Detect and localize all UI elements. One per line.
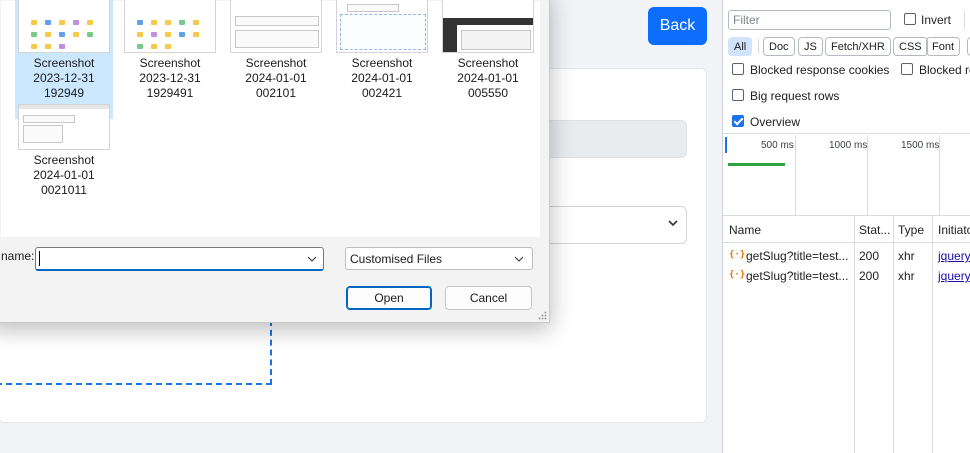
invert-checkbox[interactable] bbox=[904, 13, 916, 25]
blocked-cookies-checkbox[interactable] bbox=[732, 63, 744, 75]
timeline-gridline bbox=[795, 135, 796, 215]
file-item[interactable]: Screenshot 2023-12-31 1929491 bbox=[121, 0, 219, 101]
chevron-down-icon[interactable] bbox=[307, 255, 317, 263]
file-item[interactable]: Screenshot 2024-01-01 0021011 bbox=[15, 104, 113, 198]
timeline-label: 1500 ms bbox=[901, 140, 940, 151]
filter-input[interactable]: Filter bbox=[728, 10, 891, 30]
category-select[interactable] bbox=[540, 206, 687, 244]
timeline-gridline bbox=[939, 135, 940, 215]
image-dropzone[interactable] bbox=[0, 320, 272, 385]
file-type-select[interactable]: Customised Files bbox=[345, 247, 533, 270]
filter-chip-fetch-xhr[interactable]: Fetch/XHR bbox=[825, 37, 891, 56]
column-header-type[interactable]: Type bbox=[898, 223, 924, 237]
devtools-network-panel: Filter Invert All Doc JS Fetch/XHR CSS F… bbox=[722, 0, 970, 453]
text-caret bbox=[39, 251, 40, 266]
request-type: xhr bbox=[898, 269, 915, 283]
blocked-requests-label: Blocked re bbox=[919, 63, 970, 77]
column-divider[interactable] bbox=[932, 216, 933, 453]
back-button[interactable]: Back bbox=[648, 7, 707, 45]
resize-grip-icon[interactable] bbox=[538, 311, 547, 320]
filter-chip-js[interactable]: JS bbox=[798, 37, 823, 56]
file-name: Screenshot 2023-12-31 192949 bbox=[33, 56, 95, 100]
slug-field[interactable] bbox=[540, 120, 687, 158]
overview-activity-bar bbox=[728, 163, 785, 166]
file-item[interactable]: Screenshot 2024-01-01 005550 bbox=[439, 0, 537, 101]
blocked-cookies-label: Blocked response cookies bbox=[750, 63, 890, 77]
request-name[interactable]: getSlug?title=test... bbox=[746, 249, 848, 263]
column-header-status[interactable]: Stat... bbox=[859, 223, 890, 237]
request-type: xhr bbox=[898, 249, 915, 263]
request-status: 200 bbox=[859, 249, 880, 263]
overview-label: Overview bbox=[750, 115, 801, 129]
request-name[interactable]: getSlug?title=test... bbox=[746, 269, 848, 283]
chip-divider bbox=[758, 39, 759, 54]
header-bottom-border bbox=[723, 242, 970, 243]
file-thumbnail bbox=[18, 0, 110, 53]
big-rows-label: Big request rows bbox=[750, 89, 840, 103]
file-name: Screenshot 2024-01-01 0021011 bbox=[33, 153, 95, 197]
invert-label: Invert bbox=[921, 13, 952, 27]
file-thumbnail bbox=[336, 0, 428, 53]
file-thumbnail bbox=[442, 0, 534, 53]
filter-chip-doc[interactable]: Doc bbox=[763, 37, 795, 56]
xhr-icon: {·} bbox=[729, 250, 746, 260]
request-initiator-link[interactable]: jquery bbox=[938, 249, 970, 263]
filter-chip-css[interactable]: CSS bbox=[893, 37, 928, 56]
file-name-label: name: bbox=[1, 249, 35, 263]
file-thumbnail bbox=[18, 104, 110, 150]
toolbar-divider bbox=[964, 11, 965, 29]
request-initiator-link[interactable]: jquery bbox=[938, 269, 970, 283]
file-item[interactable]: Screenshot 2023-12-31 192949 bbox=[15, 0, 113, 119]
file-item[interactable]: Screenshot 2024-01-01 002101 bbox=[227, 0, 325, 101]
file-name: Screenshot 2024-01-01 005550 bbox=[457, 56, 519, 100]
cancel-button[interactable]: Cancel bbox=[445, 286, 532, 310]
xhr-icon: {·} bbox=[729, 270, 746, 280]
big-rows-checkbox[interactable] bbox=[732, 89, 744, 101]
filter-chip-all[interactable]: All bbox=[728, 37, 753, 56]
file-type-value: Customised Files bbox=[350, 252, 443, 266]
file-name-input[interactable] bbox=[35, 247, 324, 271]
file-list: Screenshot 2023-12-31 192949 Screenshot … bbox=[1, 0, 540, 237]
file-name: Screenshot 2024-01-01 002421 bbox=[351, 56, 413, 100]
file-name: Screenshot 2023-12-31 1929491 bbox=[139, 56, 201, 100]
file-open-dialog: Screenshot 2023-12-31 192949 Screenshot … bbox=[0, 0, 550, 323]
column-divider[interactable] bbox=[854, 216, 855, 453]
column-divider[interactable] bbox=[893, 216, 894, 453]
file-thumbnail bbox=[230, 0, 322, 53]
overview-start-marker bbox=[725, 137, 727, 153]
overview-checkbox[interactable] bbox=[732, 115, 744, 127]
file-thumbnail bbox=[124, 0, 216, 53]
file-item[interactable]: Screenshot 2024-01-01 002421 bbox=[333, 0, 431, 101]
filter-chip-font[interactable]: Font bbox=[926, 37, 961, 56]
timeline-label: 1000 ms bbox=[829, 140, 868, 151]
column-header-initiator[interactable]: Initiato bbox=[938, 223, 970, 237]
open-button[interactable]: Open bbox=[346, 286, 432, 310]
chevron-down-icon bbox=[668, 220, 678, 227]
request-status: 200 bbox=[859, 269, 880, 283]
blocked-requests-checkbox[interactable] bbox=[901, 63, 913, 75]
column-header-name[interactable]: Name bbox=[729, 223, 761, 237]
file-name: Screenshot 2024-01-01 002101 bbox=[245, 56, 307, 100]
timeline-label: 500 ms bbox=[761, 140, 794, 151]
timeline-gridline bbox=[867, 135, 868, 215]
overview-top-border bbox=[723, 133, 970, 134]
chevron-down-icon bbox=[514, 256, 524, 262]
